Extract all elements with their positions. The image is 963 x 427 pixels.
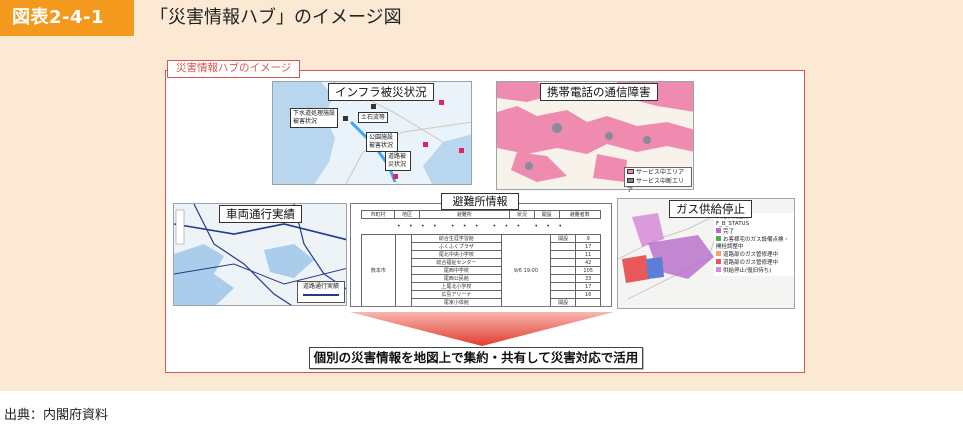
- result-summary-bar: 個別の災害情報を地図上で集約・共有して災害対応で活用: [309, 347, 643, 369]
- shelter-open-cell: [549, 250, 577, 259]
- frame-tab-label: 災害情報ハブのイメージ: [167, 60, 301, 78]
- shelter-count-cell: 17: [575, 242, 601, 251]
- shelter-name-cell: 上尾北小学校: [410, 282, 502, 291]
- shelter-name-cell: ふくふくプラザ: [410, 242, 502, 251]
- shelter-city-cell: 熊本市: [361, 234, 396, 306]
- shelter-count-cell: 9: [575, 234, 601, 243]
- shelter-open-cell: [549, 242, 577, 251]
- shelter-name-cell: 尾西公民館: [410, 274, 502, 283]
- shelter-open-cell: [549, 274, 577, 283]
- shelter-rows-table: 熊本市 総合生涯学習館 9/6 19:00 開設 9 ふくふくプラザ 17 尾北中央小学校 11…: [361, 234, 601, 306]
- sewage-damage-label: 下水道処理施設被害状況: [290, 108, 338, 128]
- shelter-table: 市町村 地区 避難所 状況 開設 避難者数: [360, 210, 602, 219]
- gas-legend-item-0: 完了: [716, 228, 792, 236]
- gas-legend-item-1: お客様宅のガス設備点検・開栓調整中: [716, 236, 792, 251]
- infrastructure-panel-title: インフラ被災状況: [328, 83, 434, 101]
- vehicle-legend-label: 道路通行実績: [302, 283, 339, 290]
- gas-legend-label-2: 道路部のガス管修理中: [723, 252, 779, 258]
- gas-legend-item-2: 道路部のガス管修理中: [716, 251, 792, 259]
- gas-legend-label-4: 供給停止(復旧待ち): [723, 268, 772, 274]
- shelter-count-cell: 42: [575, 258, 601, 267]
- shelter-open-cell: [549, 290, 577, 299]
- mobile-legend: サービス中エリア サービス中断エリア: [624, 167, 692, 194]
- shelter-header-open: 開設: [533, 210, 560, 219]
- shelter-header-name: 避難所: [418, 210, 510, 219]
- mobile-panel-title: 携帯電話の通信障害: [540, 83, 658, 101]
- shelter-count-cell: 105: [575, 266, 601, 275]
- figure-title: 「災害情報ハブ」のイメージ図: [150, 7, 402, 28]
- shelter-header-city: 市町村: [360, 210, 396, 219]
- shelter-time-cell: 9/6 19:00: [500, 234, 551, 306]
- road-damage-label: 道路被災状況: [385, 151, 411, 171]
- shelter-name-cell: 尾北中央小学校: [410, 250, 502, 259]
- shelter-row: 熊本市 総合生涯学習館 9/6 19:00 開設 9: [361, 234, 601, 306]
- shelter-count-cell: 17: [575, 282, 601, 291]
- gas-legend-subtitle: F_B_STATUS: [716, 221, 750, 227]
- mobile-legend-service-label: サービス中エリア: [636, 169, 685, 176]
- shelter-info-panel: 市町村 地区 避難所 状況 開設 避難者数 ・・・・ ・・・ ・・・ ・・・ 熊…: [350, 203, 612, 307]
- vehicle-legend: 道路通行実績: [297, 281, 345, 303]
- gas-legend-swatch-2: [716, 251, 721, 256]
- gas-legend-label-1: お客様宅のガス設備点検・開栓調整中: [716, 237, 790, 250]
- mobile-legend-service: サービス中エリア: [627, 168, 689, 177]
- gas-legend-item-3: 道路部のガス管修理中: [716, 259, 792, 267]
- shelter-count-cell: 11: [575, 250, 601, 259]
- mobile-legend-outage: サービス中断エリア: [627, 177, 689, 195]
- gas-legend-swatch-0: [716, 228, 721, 233]
- park-damage-label: 公園施設被害状況: [366, 132, 398, 152]
- shelter-name-cell: 尾家小体館: [410, 298, 502, 306]
- shelter-open-cell: 開設: [549, 298, 577, 306]
- gas-legend: 供給状況区分 F_B_STATUS 完了 お客様宅のガス設備点検・開栓調整中 道…: [714, 213, 794, 276]
- shelter-ellipsis: ・・・・ ・・・ ・・・ ・・・: [394, 222, 568, 232]
- shelter-count-cell: 16: [575, 290, 601, 299]
- shelter-table-header: 市町村 地区 避難所 状況 開設 避難者数: [360, 210, 602, 219]
- shelter-name-cell: 総合生涯学習館: [410, 234, 502, 243]
- shelter-open-cell: [549, 266, 577, 275]
- gas-legend-swatch-1: [716, 236, 721, 241]
- shelter-open-cell: [549, 282, 577, 291]
- vehicle-legend-line: [303, 294, 339, 296]
- gas-legend-label-0: 完了: [723, 229, 735, 235]
- shelter-name-cell: 総合福祉センター: [410, 258, 502, 267]
- figure-number-label: 図表2-4-1: [0, 0, 134, 36]
- shelter-open-cell: 開設: [549, 234, 577, 243]
- shelter-open-cell: [549, 258, 577, 267]
- mobile-legend-outage-swatch: [627, 178, 634, 183]
- gas-legend-label-3: 道路部のガス管修理中: [723, 260, 779, 266]
- shelter-district-cell: [394, 234, 412, 306]
- shelter-count-cell: [575, 298, 601, 306]
- debris-flow-label: 土石流等: [358, 112, 389, 123]
- shelter-name-cell: 広島アリーナ: [410, 290, 502, 299]
- source-note: 出典：内閣府資料: [4, 408, 109, 423]
- shelter-panel-title: 避難所情報: [441, 193, 519, 210]
- shelter-header-district: 地区: [394, 210, 420, 219]
- down-arrow-icon: [350, 312, 614, 346]
- figure-header: 図表2-4-1 「災害情報ハブ」のイメージ図: [0, 0, 963, 36]
- shelter-header-count: 避難者数: [558, 210, 602, 219]
- gas-legend-swatch-4: [716, 267, 721, 272]
- gas-legend-item-4: 供給停止(復旧待ち): [716, 267, 792, 275]
- vehicle-panel-title: 車両通行実績: [219, 205, 302, 223]
- gas-panel-title: ガス供給停止: [669, 200, 752, 218]
- gas-legend-swatch-3: [716, 259, 721, 264]
- mobile-legend-outage-label: サービス中断エリア: [627, 178, 685, 194]
- shelter-name-cell: 尾西中学校: [410, 266, 502, 275]
- shelter-count-cell: 33: [575, 274, 601, 283]
- shelter-header-status: 状況: [508, 210, 535, 219]
- mobile-legend-service-swatch: [627, 169, 634, 174]
